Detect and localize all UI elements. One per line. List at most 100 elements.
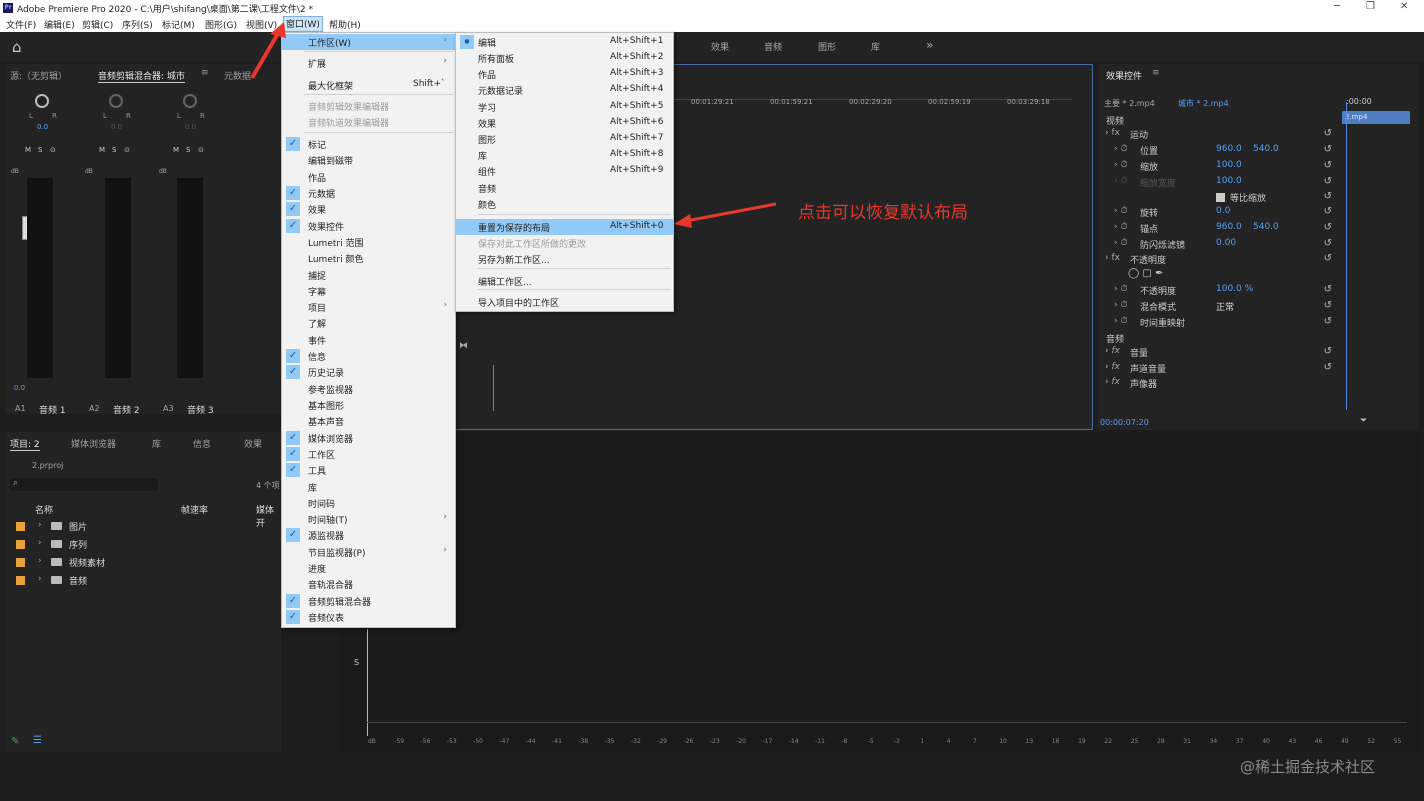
home-icon[interactable]: ⌂ xyxy=(12,38,22,56)
effect-panner[interactable]: › fx 声像器 xyxy=(1098,377,1338,392)
list-item[interactable]: › 图片 xyxy=(5,518,281,535)
solo-button[interactable]: S xyxy=(38,146,42,154)
solo-label[interactable]: S xyxy=(354,658,359,667)
menu-file[interactable]: 文件(F) xyxy=(6,18,36,31)
solo-button[interactable]: S xyxy=(112,146,116,154)
pan-knob-icon[interactable] xyxy=(183,94,197,108)
effect-row[interactable]: › ⏱ 时间重映射 ↺ xyxy=(1098,316,1338,331)
track-expand-icon[interactable]: ⧓ xyxy=(459,341,468,351)
effect-channel-volume[interactable]: › fx 声道音量 ↺ xyxy=(1098,362,1338,377)
window-menu-item[interactable]: 捕捉 xyxy=(282,267,455,283)
window-menu-item[interactable]: ✓ 效果 xyxy=(282,201,455,217)
list-item[interactable]: › 序列 xyxy=(5,536,281,553)
tab-library[interactable]: 库 xyxy=(152,437,161,450)
workspace-menu-item[interactable]: 音频 xyxy=(456,180,673,196)
mask-tools[interactable]: ◯ ▢ ✒ xyxy=(1128,268,1163,279)
window-menu-item[interactable]: 最大化框架 Shift+` xyxy=(282,77,455,93)
workspace-tab-audio[interactable]: 音频 xyxy=(764,40,782,53)
window-menu-item[interactable]: ✓ 工具 xyxy=(282,462,455,478)
tab-info[interactable]: 信息 xyxy=(193,437,211,450)
window-menu-item[interactable]: ✓ 标记 xyxy=(282,136,455,152)
clip-selector[interactable]: 城市 * 2.mp4 xyxy=(1178,98,1229,109)
effect-row[interactable]: › ⏱ 不透明度 100.0 % ↺ xyxy=(1098,284,1338,299)
workspace-tab-graphics[interactable]: 图形 xyxy=(818,40,836,53)
menu-markers[interactable]: 标记(M) xyxy=(162,18,195,31)
more-workspaces-icon[interactable]: » xyxy=(926,38,933,52)
pan-knob-icon[interactable] xyxy=(109,94,123,108)
filter-icon[interactable]: ⏷ xyxy=(1360,416,1367,426)
ec-timecode[interactable]: 00:00:07:20 xyxy=(1100,418,1149,427)
panel-menu-icon[interactable]: ≡ xyxy=(201,68,209,78)
tab-effects[interactable]: 效果 xyxy=(244,437,262,450)
window-menu-item[interactable]: Lumetri 范围 xyxy=(282,234,455,250)
list-view-icon[interactable]: ☰ xyxy=(33,735,42,746)
pan-value[interactable]: 0.0 xyxy=(185,123,196,131)
menu-graphics[interactable]: 图形(G) xyxy=(205,18,237,31)
workspace-menu-item[interactable]: 编辑工作区... xyxy=(456,273,673,289)
pan-value[interactable]: 0.0 xyxy=(111,123,122,131)
window-menu-item[interactable]: 时间码 xyxy=(282,495,455,511)
menu-edit[interactable]: 编辑(E) xyxy=(44,18,75,31)
column-name[interactable]: 名称 xyxy=(35,503,53,516)
window-menu-item[interactable]: ✓ 元数据 xyxy=(282,185,455,201)
pan-knob-icon[interactable] xyxy=(35,94,49,108)
panel-menu-icon[interactable]: ≡ xyxy=(1152,68,1160,78)
window-menu-item[interactable]: ✓ 工作区 xyxy=(282,446,455,462)
effect-row[interactable]: › ⏱ 缩放 100.0 ↺ xyxy=(1098,160,1338,175)
effect-row[interactable]: › ⏱ 混合模式 正常 ↺ xyxy=(1098,300,1338,315)
window-menu-item[interactable]: 作品 xyxy=(282,169,455,185)
column-frame-rate[interactable]: 帧速率 xyxy=(181,503,208,516)
ec-playhead[interactable] xyxy=(1346,102,1347,410)
window-menu-item[interactable]: ✓ 音频剪辑混合器 xyxy=(282,593,455,609)
workspace-tab-library[interactable]: 库 xyxy=(871,40,880,53)
record-button[interactable]: ⊙ xyxy=(124,146,130,154)
effect-row[interactable]: 等比缩放 ↺ xyxy=(1098,191,1338,206)
workspace-menu-item[interactable]: 库 Alt+Shift+8 xyxy=(456,147,673,163)
effect-row[interactable]: › ⏱ 防闪烁滤镜 0.00 ↺ xyxy=(1098,238,1338,253)
workspace-tab-effects[interactable]: 效果 xyxy=(711,40,729,53)
window-menu-item[interactable]: 时间轴(T) › xyxy=(282,511,455,527)
window-menu-item[interactable]: 编辑到磁带 xyxy=(282,152,455,168)
window-menu-item[interactable]: 项目 › xyxy=(282,299,455,315)
effect-row[interactable]: › ⏱ 锚点 960.0 540.0 ↺ xyxy=(1098,222,1338,237)
workspace-menu-item[interactable]: 组件 Alt+Shift+9 xyxy=(456,163,673,179)
search-input[interactable]: ⌕ xyxy=(10,478,158,491)
tab-media-browser[interactable]: 媒体浏览器 xyxy=(71,437,116,450)
window-menu-item[interactable]: 音轨混合器 xyxy=(282,576,455,592)
window-menu-item[interactable]: 基本图形 xyxy=(282,397,455,413)
tab-audio-clip-mixer[interactable]: 音频剪辑混合器: 城市 xyxy=(98,69,185,83)
window-menu-item[interactable]: 扩展 › xyxy=(282,55,455,71)
window-menu-item[interactable]: 基本声音 xyxy=(282,413,455,429)
effect-volume[interactable]: › fx 音量 ↺ xyxy=(1098,346,1338,361)
menu-help[interactable]: 帮助(H) xyxy=(329,18,361,31)
workspace-menu-item[interactable]: 图形 Alt+Shift+7 xyxy=(456,131,673,147)
window-menu-item[interactable]: 字幕 xyxy=(282,283,455,299)
workspace-menu-item[interactable]: 作品 Alt+Shift+3 xyxy=(456,66,673,82)
workspace-menu-item[interactable]: 颜色 xyxy=(456,196,673,212)
mute-button[interactable]: M xyxy=(99,146,105,154)
window-menu-item[interactable]: 事件 xyxy=(282,332,455,348)
effect-row[interactable]: › ⏱ 旋转 0.0 ↺ xyxy=(1098,206,1338,221)
mute-button[interactable]: M xyxy=(25,146,31,154)
record-button[interactable]: ⊙ xyxy=(198,146,204,154)
window-menu-item[interactable]: ✓ 信息 xyxy=(282,348,455,364)
effect-row[interactable]: › fx 运动 ↺ xyxy=(1098,128,1338,143)
effect-row[interactable]: › fx 不透明度 ↺ xyxy=(1098,253,1338,268)
window-menu-item[interactable]: ✓ 效果控件 xyxy=(282,218,455,234)
window-menu-item[interactable]: 进度 xyxy=(282,560,455,576)
playhead[interactable] xyxy=(493,365,494,411)
menu-clip[interactable]: 剪辑(C) xyxy=(82,18,113,31)
workspace-menu-item[interactable]: 重置为保存的布局 Alt+Shift+0 xyxy=(456,219,673,235)
window-menu-item[interactable]: 工作区(W) › xyxy=(282,34,455,50)
clip-bar[interactable]: 2.mp4 xyxy=(1342,111,1410,124)
master-clip-selector[interactable]: 主要 * 2.mp4 xyxy=(1104,98,1155,109)
workspace-menu-item[interactable]: 导入项目中的工作区 xyxy=(456,294,673,310)
workspace-menu-item[interactable]: 学习 Alt+Shift+5 xyxy=(456,99,673,115)
window-menu-item[interactable]: ✓ 音频仪表 xyxy=(282,609,455,625)
pan-value[interactable]: 0.0 xyxy=(37,123,48,131)
workspace-menu-item[interactable]: 所有面板 Alt+Shift+2 xyxy=(456,50,673,66)
pencil-icon[interactable]: ✎ xyxy=(11,736,19,747)
mute-button[interactable]: M xyxy=(173,146,179,154)
window-menu-item[interactable]: ✓ 历史记录 xyxy=(282,364,455,380)
tab-project[interactable]: 项目: 2 xyxy=(10,437,40,451)
